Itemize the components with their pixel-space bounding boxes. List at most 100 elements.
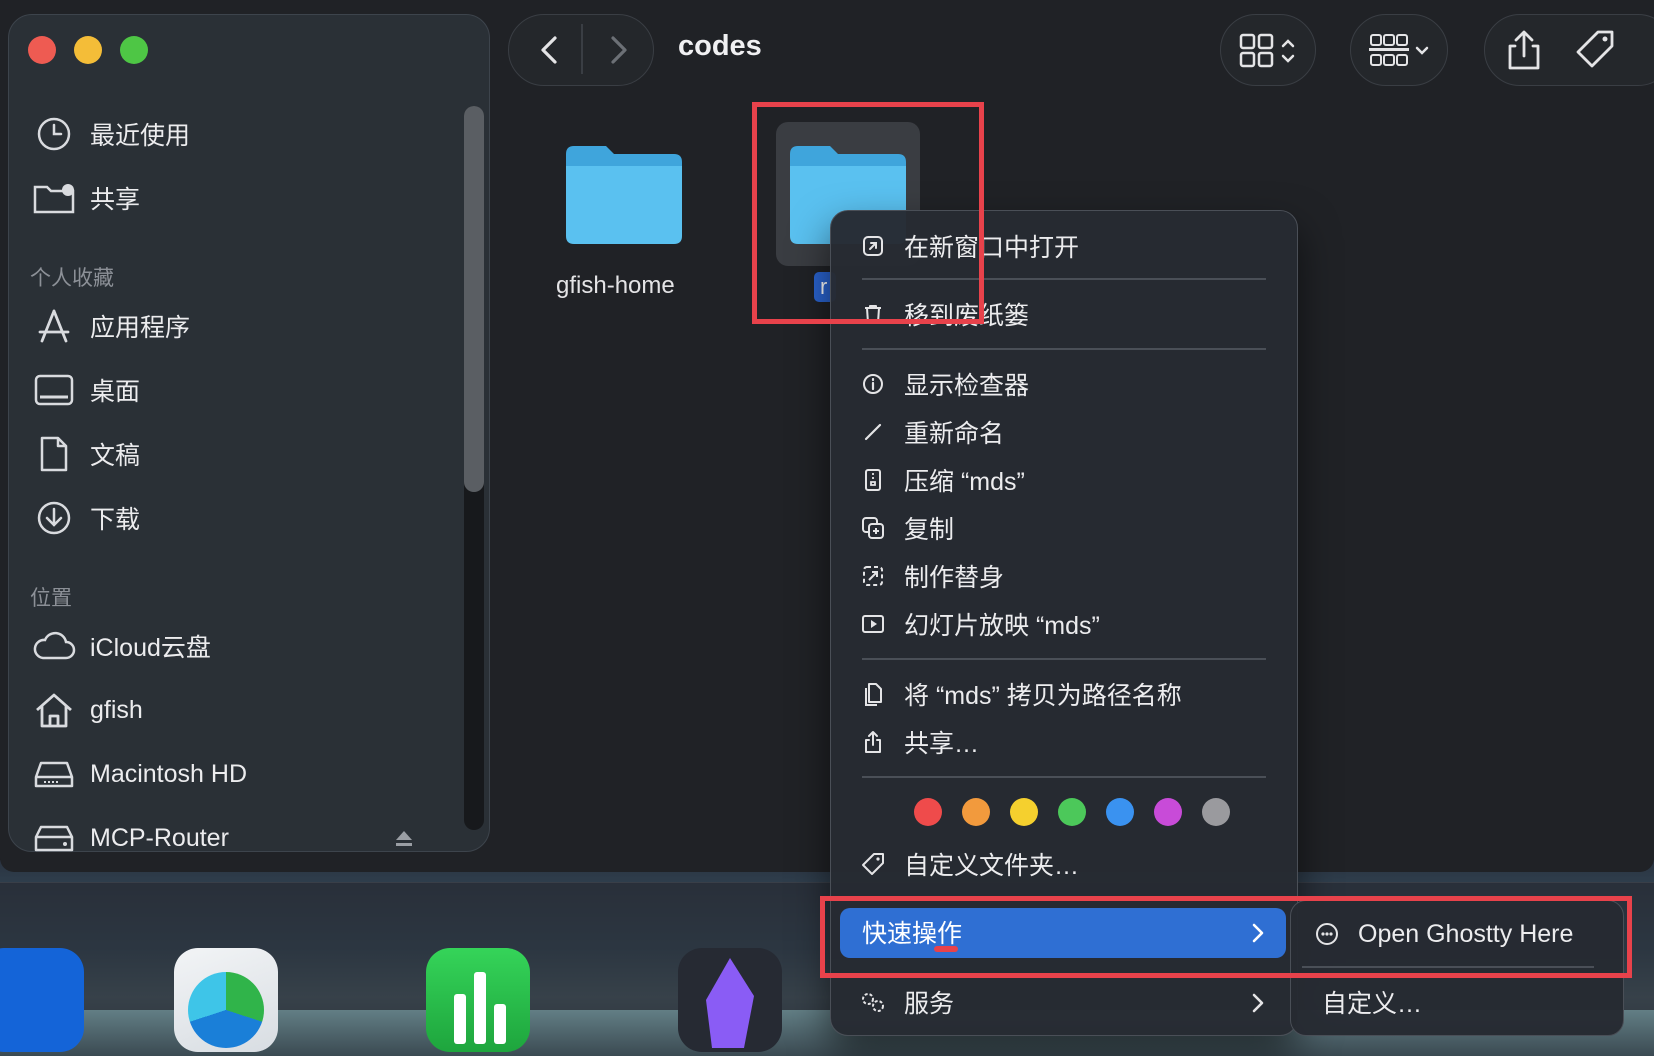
info-icon — [856, 369, 890, 399]
home-icon — [30, 690, 78, 730]
sidebar-item-icloud[interactable]: iCloud云盘 — [30, 620, 450, 672]
sidebar-scrollbar-thumb[interactable] — [464, 106, 484, 492]
menu-item-label: 重新命名 — [904, 420, 1005, 448]
menu-item-label: 共享… — [904, 730, 980, 758]
sidebar-item-label: 桌面 — [90, 378, 141, 406]
sidebar-item-home[interactable]: gfish — [30, 684, 450, 736]
menu-item-share[interactable]: 共享… — [856, 720, 1276, 764]
menu-item-duplicate[interactable]: 复制 — [856, 506, 1276, 550]
eject-icon[interactable] — [394, 828, 414, 848]
sidebar-item-label: 文稿 — [90, 442, 141, 470]
submenu-item-customize[interactable]: 自定义… — [1322, 980, 1422, 1024]
sidebar-item-label: 共享 — [90, 186, 141, 214]
favorites-header: 个人收藏 — [30, 266, 114, 290]
tag-icon — [856, 849, 890, 879]
share-button[interactable] — [1500, 26, 1548, 74]
dock-app-obsidian[interactable] — [678, 948, 782, 1052]
forward-button[interactable] — [596, 28, 640, 72]
sidebar-item-downloads[interactable]: 下载 — [30, 492, 450, 544]
menu-separator — [862, 658, 1266, 660]
obsidian-icon — [706, 958, 754, 1048]
tag-button[interactable] — [1572, 26, 1620, 74]
group-by-button[interactable] — [1350, 14, 1448, 86]
menu-item-copy-pathname[interactable]: 将 “mds” 拷贝为路径名称 — [856, 672, 1276, 716]
folder-icon — [566, 146, 682, 244]
menu-item-label: 显示检查器 — [904, 372, 1030, 400]
desktop-icon — [30, 370, 78, 410]
menu-item-compress[interactable]: 压缩 “mds” — [856, 458, 1276, 502]
menu-item-services[interactable]: 服务 — [856, 980, 1276, 1024]
tag-red[interactable] — [914, 798, 942, 826]
chevron-left-icon — [541, 36, 557, 64]
menu-item-make-alias[interactable]: 制作替身 — [856, 554, 1276, 598]
applications-icon — [30, 306, 78, 346]
menu-item-customize-folder[interactable]: 自定义文件夹… — [856, 842, 1276, 886]
tag-gray[interactable] — [1202, 798, 1230, 826]
duplicate-icon — [856, 513, 890, 543]
nav-divider — [581, 24, 583, 74]
sidebar-item-label: iCloud云盘 — [90, 634, 211, 662]
menu-item-get-info[interactable]: 显示检查器 — [856, 362, 1276, 406]
annotation-box-folder — [752, 102, 984, 324]
tag-yellow[interactable] — [1010, 798, 1038, 826]
sidebar-item-label: Macintosh HD — [90, 759, 247, 788]
copy-path-icon — [856, 679, 890, 709]
menu-item-label: 复制 — [904, 516, 955, 544]
edge-icon — [188, 972, 264, 1048]
file-name-label[interactable]: gfish-home — [556, 272, 675, 300]
document-icon — [30, 434, 78, 474]
sidebar-item-applications[interactable]: 应用程序 — [30, 300, 450, 352]
pencil-icon — [856, 417, 890, 447]
group-icon — [1369, 34, 1429, 66]
dock-app-blue[interactable] — [0, 948, 84, 1052]
submenu-item-label: 自定义… — [1322, 990, 1423, 1018]
menu-item-label: 制作替身 — [904, 564, 1005, 592]
folder-gfish-home[interactable] — [560, 140, 688, 248]
chevron-right-icon — [611, 36, 627, 64]
alias-icon — [856, 561, 890, 591]
slideshow-icon — [856, 609, 890, 639]
menu-separator — [862, 776, 1266, 778]
sidebar-item-label: 下载 — [90, 506, 141, 534]
menu-separator — [862, 348, 1266, 350]
tag-blue[interactable] — [1106, 798, 1134, 826]
numbers-bar-icon — [494, 1004, 506, 1044]
sidebar-item-desktop[interactable]: 桌面 — [30, 364, 450, 416]
zoom-button[interactable] — [120, 36, 148, 64]
tag-orange[interactable] — [962, 798, 990, 826]
locations-header: 位置 — [30, 586, 72, 610]
tag-icon — [1576, 30, 1614, 68]
sidebar-item-label: MCP-Router — [90, 823, 229, 852]
drive-icon — [30, 754, 78, 794]
menu-item-label: 压缩 “mds” — [904, 468, 1025, 496]
sidebar-item-mcp-router[interactable]: MCP-Router — [30, 812, 450, 864]
dock-app-edge[interactable] — [174, 948, 278, 1052]
clock-icon — [30, 114, 78, 154]
sidebar-item-documents[interactable]: 文稿 — [30, 428, 450, 480]
annotation-box-quick-actions — [820, 896, 1632, 978]
tag-green[interactable] — [1058, 798, 1086, 826]
sidebar-item-label: 应用程序 — [90, 314, 191, 342]
sidebar-item-recents[interactable]: 最近使用 — [30, 108, 450, 160]
chevron-right-icon — [1246, 990, 1270, 1016]
numbers-bar-icon — [454, 994, 466, 1044]
menu-item-slideshow[interactable]: 幻灯片放映 “mds” — [856, 602, 1276, 646]
sidebar-item-macintosh-hd[interactable]: Macintosh HD — [30, 748, 450, 800]
sidebar-item-label: 最近使用 — [90, 122, 191, 150]
gears-icon — [856, 987, 890, 1017]
window-title: codes — [678, 30, 762, 62]
view-mode-button[interactable] — [1220, 14, 1316, 86]
sidebar-item-label: gfish — [90, 695, 143, 724]
menu-item-label: 服务 — [904, 990, 955, 1018]
close-button[interactable] — [28, 36, 56, 64]
shared-folder-icon — [30, 178, 78, 218]
back-button[interactable] — [528, 28, 572, 72]
sidebar-item-shared[interactable]: 共享 — [30, 172, 450, 224]
tag-purple[interactable] — [1154, 798, 1182, 826]
drive-icon — [30, 818, 78, 858]
dock-app-numbers[interactable] — [426, 948, 530, 1052]
menu-item-rename[interactable]: 重新命名 — [856, 410, 1276, 454]
numbers-bar-icon — [474, 972, 486, 1044]
minimize-button[interactable] — [74, 36, 102, 64]
share-icon — [856, 727, 890, 757]
